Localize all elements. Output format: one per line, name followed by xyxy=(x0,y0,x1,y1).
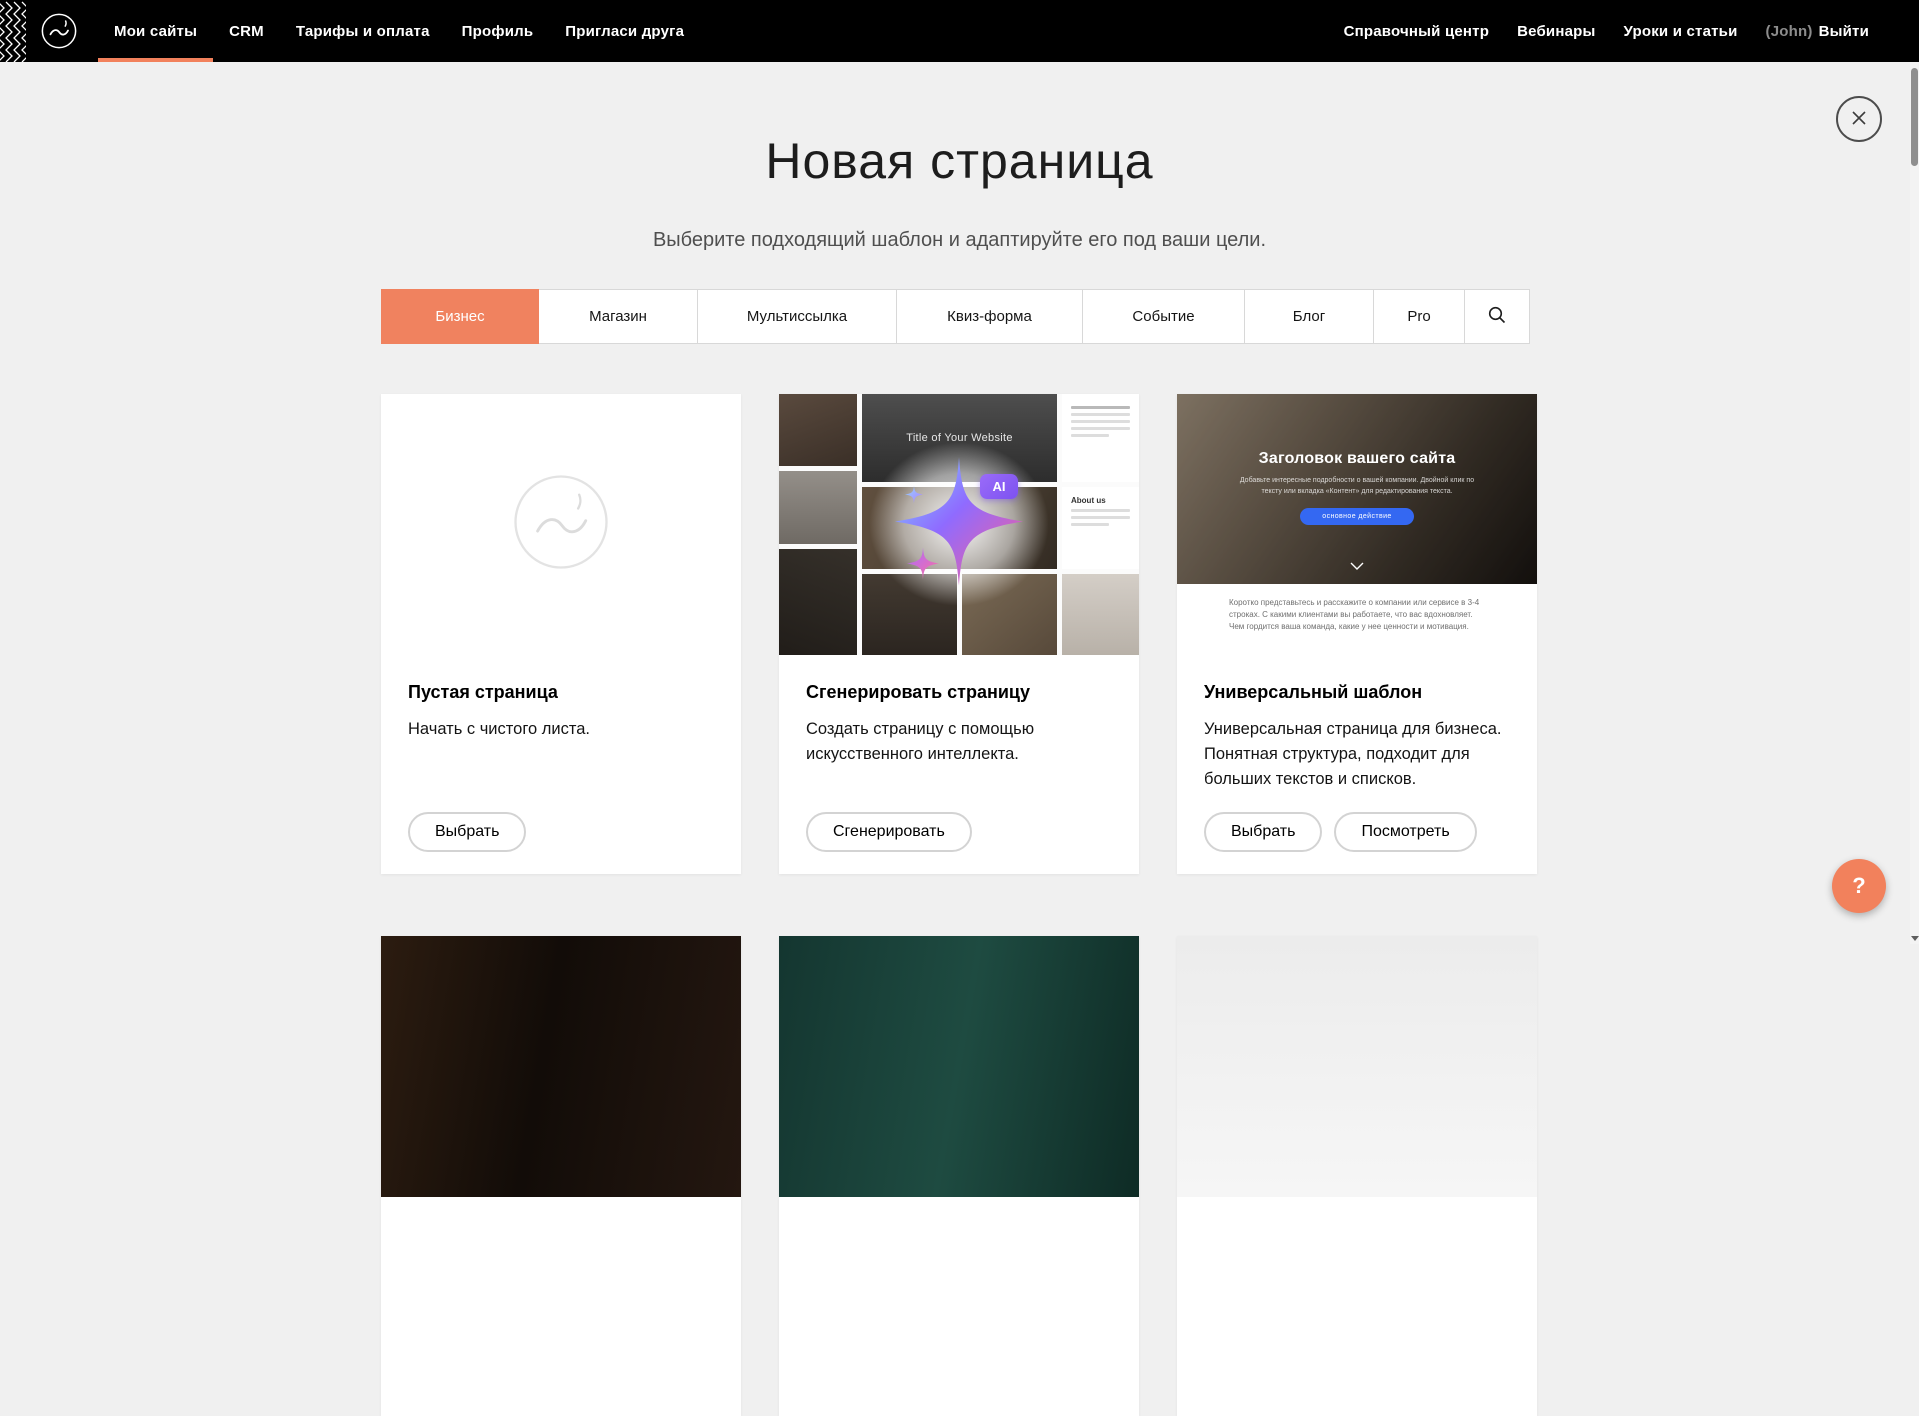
nav-lessons-articles[interactable]: Уроки и статьи xyxy=(1610,0,1752,62)
preview-button[interactable]: Посмотреть xyxy=(1334,812,1476,852)
scroll-down-arrow[interactable] xyxy=(1911,936,1919,941)
close-button[interactable] xyxy=(1836,96,1882,142)
main-nav: Мои сайты CRM Тарифы и оплата Профиль Пр… xyxy=(98,0,700,62)
close-icon xyxy=(1850,109,1868,130)
page-title: Новая страница xyxy=(0,132,1919,190)
card-actions: Выбрать Посмотреть xyxy=(1204,812,1510,852)
scrollbar-thumb[interactable] xyxy=(1911,68,1918,166)
search-icon xyxy=(1487,305,1507,329)
logout-label: Выйти xyxy=(1819,23,1869,40)
scrollbar-track[interactable] xyxy=(1910,62,1919,944)
template-cards-grid: Пустая страница Начать с чистого листа. … xyxy=(381,394,1537,874)
card-title: Пустая страница xyxy=(408,682,714,703)
card-title: Универсальный шаблон xyxy=(1204,682,1510,703)
template-category-tabs: Бизнес Магазин Мультиссылка Квиз-форма С… xyxy=(381,289,1537,344)
blank-page-preview[interactable] xyxy=(381,394,741,655)
card-actions: Сгенерировать xyxy=(806,812,1112,852)
template-card-universal: Заголовок вашего сайта Добавьте интересн… xyxy=(1177,394,1537,874)
preview-text-section: Коротко представьтесь и расскажите о ком… xyxy=(1177,584,1537,655)
nav-webinars[interactable]: Вебинары xyxy=(1503,0,1609,62)
select-button[interactable]: Выбрать xyxy=(408,812,526,852)
tab-quiz-form[interactable]: Квиз-форма xyxy=(896,289,1083,344)
page-subtitle: Выберите подходящий шаблон и адаптируйте… xyxy=(0,229,1919,252)
nav-invite-friend[interactable]: Пригласи друга xyxy=(549,0,700,62)
tilda-watermark-icon xyxy=(509,470,613,579)
ai-generate-preview[interactable]: Title of Your Website About us xyxy=(779,394,1139,655)
template-card-partial[interactable] xyxy=(779,936,1139,1416)
select-button[interactable]: Выбрать xyxy=(1204,812,1322,852)
card-description: Универсальная страница для бизнеса. Поня… xyxy=(1204,717,1510,791)
template-preview-image[interactable] xyxy=(1177,936,1537,1197)
zigzag-pattern-icon xyxy=(0,0,26,62)
preview-site-subtitle: Добавьте интересные подробности о вашей … xyxy=(1231,476,1483,497)
top-navigation-bar: Мои сайты CRM Тарифы и оплата Профиль Пр… xyxy=(0,0,1919,62)
template-preview-image[interactable] xyxy=(779,936,1139,1197)
tab-link-in-bio[interactable]: Мультиссылка xyxy=(697,289,897,344)
ai-sparkle-small-icon xyxy=(907,548,939,585)
chevron-down-icon xyxy=(1350,557,1364,575)
tab-search[interactable] xyxy=(1464,289,1530,344)
preview-tile-label: About us xyxy=(1071,496,1130,505)
preview-site-title: Заголовок вашего сайта xyxy=(1259,450,1456,468)
nav-help-center[interactable]: Справочный центр xyxy=(1330,0,1504,62)
preview-hero: Заголовок вашего сайта Добавьте интересн… xyxy=(1177,394,1537,584)
tilda-logo[interactable] xyxy=(40,12,78,50)
card-description: Начать с чистого листа. xyxy=(408,717,714,742)
template-card-blank: Пустая страница Начать с чистого листа. … xyxy=(381,394,741,874)
nav-my-sites[interactable]: Мои сайты xyxy=(98,0,213,62)
preview-paragraph: Коротко представьтесь и расскажите о ком… xyxy=(1229,597,1485,633)
generate-button[interactable]: Сгенерировать xyxy=(806,812,972,852)
card-body: Сгенерировать страницу Создать страницу … xyxy=(779,655,1139,874)
template-card-partial[interactable] xyxy=(381,936,741,1416)
preview-cta-button: основное действие xyxy=(1300,508,1413,525)
card-title: Сгенерировать страницу xyxy=(806,682,1112,703)
card-body: Пустая страница Начать с чистого листа. … xyxy=(381,655,741,874)
nav-profile[interactable]: Профиль xyxy=(446,0,550,62)
card-description: Создать страницу с помощью искусственног… xyxy=(806,717,1112,767)
template-card-ai-generate: Title of Your Website About us xyxy=(779,394,1139,874)
template-card-partial[interactable] xyxy=(1177,936,1537,1416)
template-cards-grid-row-2 xyxy=(381,936,1537,1416)
help-button[interactable]: ? xyxy=(1832,859,1886,913)
ai-badge: AI xyxy=(980,474,1018,499)
card-body: Универсальный шаблон Универсальная стран… xyxy=(1177,655,1537,874)
tab-business[interactable]: Бизнес xyxy=(381,289,539,344)
tab-blog[interactable]: Блог xyxy=(1244,289,1374,344)
card-actions: Выбрать xyxy=(408,812,714,852)
nav-plans-payment[interactable]: Тарифы и оплата xyxy=(280,0,446,62)
tab-pro[interactable]: Pro xyxy=(1373,289,1465,344)
user-name: (John) xyxy=(1766,23,1813,40)
template-preview-image[interactable] xyxy=(381,936,741,1197)
tab-event[interactable]: Событие xyxy=(1082,289,1245,344)
nav-user-logout[interactable]: (John) Выйти xyxy=(1752,0,1883,62)
secondary-nav: Справочный центр Вебинары Уроки и статьи… xyxy=(1330,0,1883,62)
nav-crm[interactable]: CRM xyxy=(213,0,280,62)
tab-store[interactable]: Магазин xyxy=(538,289,698,344)
universal-template-preview[interactable]: Заголовок вашего сайта Добавьте интересн… xyxy=(1177,394,1537,655)
